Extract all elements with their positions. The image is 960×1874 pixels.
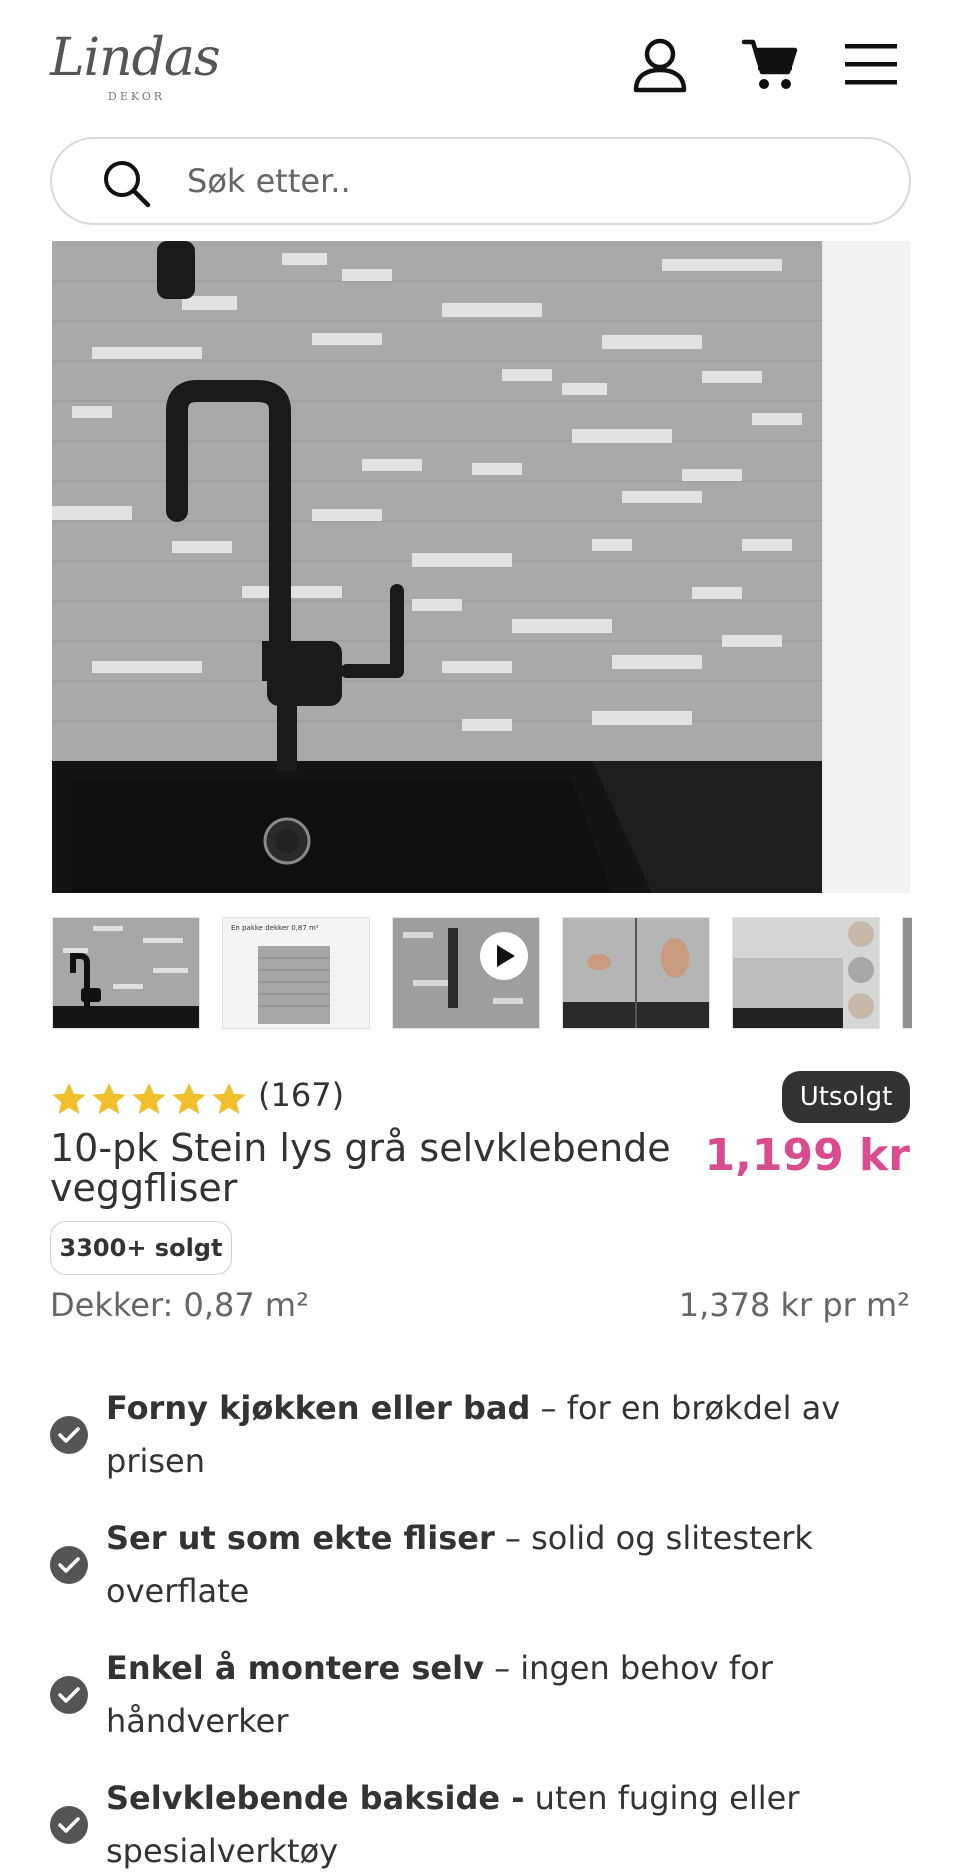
thumbnail-5[interactable] xyxy=(732,917,880,1029)
thumbnail-2[interactable]: En pakke dekker 0,87 m² xyxy=(222,917,370,1029)
benefit-text: Ser ut som ekte fliser – solid og slites… xyxy=(106,1512,866,1618)
status-badge: Utsolgt xyxy=(782,1071,910,1123)
benefit-item: Forny kjøkken eller bad – for en brøkdel… xyxy=(50,1382,910,1502)
product-main-image[interactable] xyxy=(52,241,910,893)
benefit-item: Selvklebende bakside - uten fuging eller… xyxy=(50,1772,910,1874)
check-circle-icon xyxy=(50,1546,88,1584)
benefit-bold: Enkel å montere selv xyxy=(106,1649,484,1687)
site-header: Lindas DEKOR xyxy=(0,0,960,130)
next-image-peek[interactable] xyxy=(822,241,910,893)
logo-subtitle: DEKOR xyxy=(108,90,166,103)
search-icon[interactable] xyxy=(100,157,152,209)
benefit-text: Selvklebende bakside - uten fuging eller… xyxy=(106,1772,866,1874)
product-price: 1,199 kr xyxy=(704,1130,910,1181)
thumbnail-1[interactable] xyxy=(52,917,200,1029)
star-icon xyxy=(92,1082,126,1115)
product-photo xyxy=(52,241,822,893)
benefit-bold: Selvklebende bakside - xyxy=(106,1779,525,1817)
coverage-text: Dekker: 0,87 m² xyxy=(50,1286,309,1324)
benefit-text: Forny kjøkken eller bad – for en brøkdel… xyxy=(106,1382,866,1488)
menu-icon[interactable] xyxy=(843,34,903,94)
price-per-m2: 1,378 kr pr m² xyxy=(678,1286,910,1324)
benefit-text: Enkel å montere selv – ingen behov for h… xyxy=(106,1642,866,1748)
check-circle-icon xyxy=(50,1806,88,1844)
rating-stars[interactable] xyxy=(50,1080,248,1120)
logo[interactable]: Lindas DEKOR xyxy=(50,28,221,104)
cart-icon[interactable] xyxy=(740,34,800,94)
check-circle-icon xyxy=(50,1416,88,1454)
sold-count-badge: 3300+ solgt xyxy=(50,1221,232,1275)
star-icon xyxy=(212,1082,246,1115)
thumbnail-3-video[interactable] xyxy=(392,917,540,1029)
star-icon xyxy=(172,1082,206,1115)
benefit-bold: Forny kjøkken eller bad xyxy=(106,1389,531,1427)
account-icon[interactable] xyxy=(630,34,690,94)
search-input[interactable] xyxy=(187,153,867,209)
thumbnail-2-caption: En pakke dekker 0,87 m² xyxy=(231,924,319,932)
benefit-item: Ser ut som ekte fliser – solid og slites… xyxy=(50,1512,910,1632)
thumbnail-strip: En pakke dekker 0,87 m² xyxy=(52,917,912,1029)
product-title: 10-pk Stein lys grå selvklebende veggfli… xyxy=(50,1126,671,1210)
star-icon xyxy=(132,1082,166,1115)
logo-text: Lindas xyxy=(50,28,221,88)
search-bar[interactable] xyxy=(50,137,911,225)
star-icon xyxy=(52,1082,86,1115)
benefit-bold: Ser ut som ekte fliser xyxy=(106,1519,495,1557)
benefit-item: Enkel å montere selv – ingen behov for h… xyxy=(50,1642,910,1762)
thumbnail-6[interactable] xyxy=(902,917,912,1029)
review-count[interactable]: (167) xyxy=(258,1076,344,1114)
check-circle-icon xyxy=(50,1676,88,1714)
thumbnail-4[interactable] xyxy=(562,917,710,1029)
